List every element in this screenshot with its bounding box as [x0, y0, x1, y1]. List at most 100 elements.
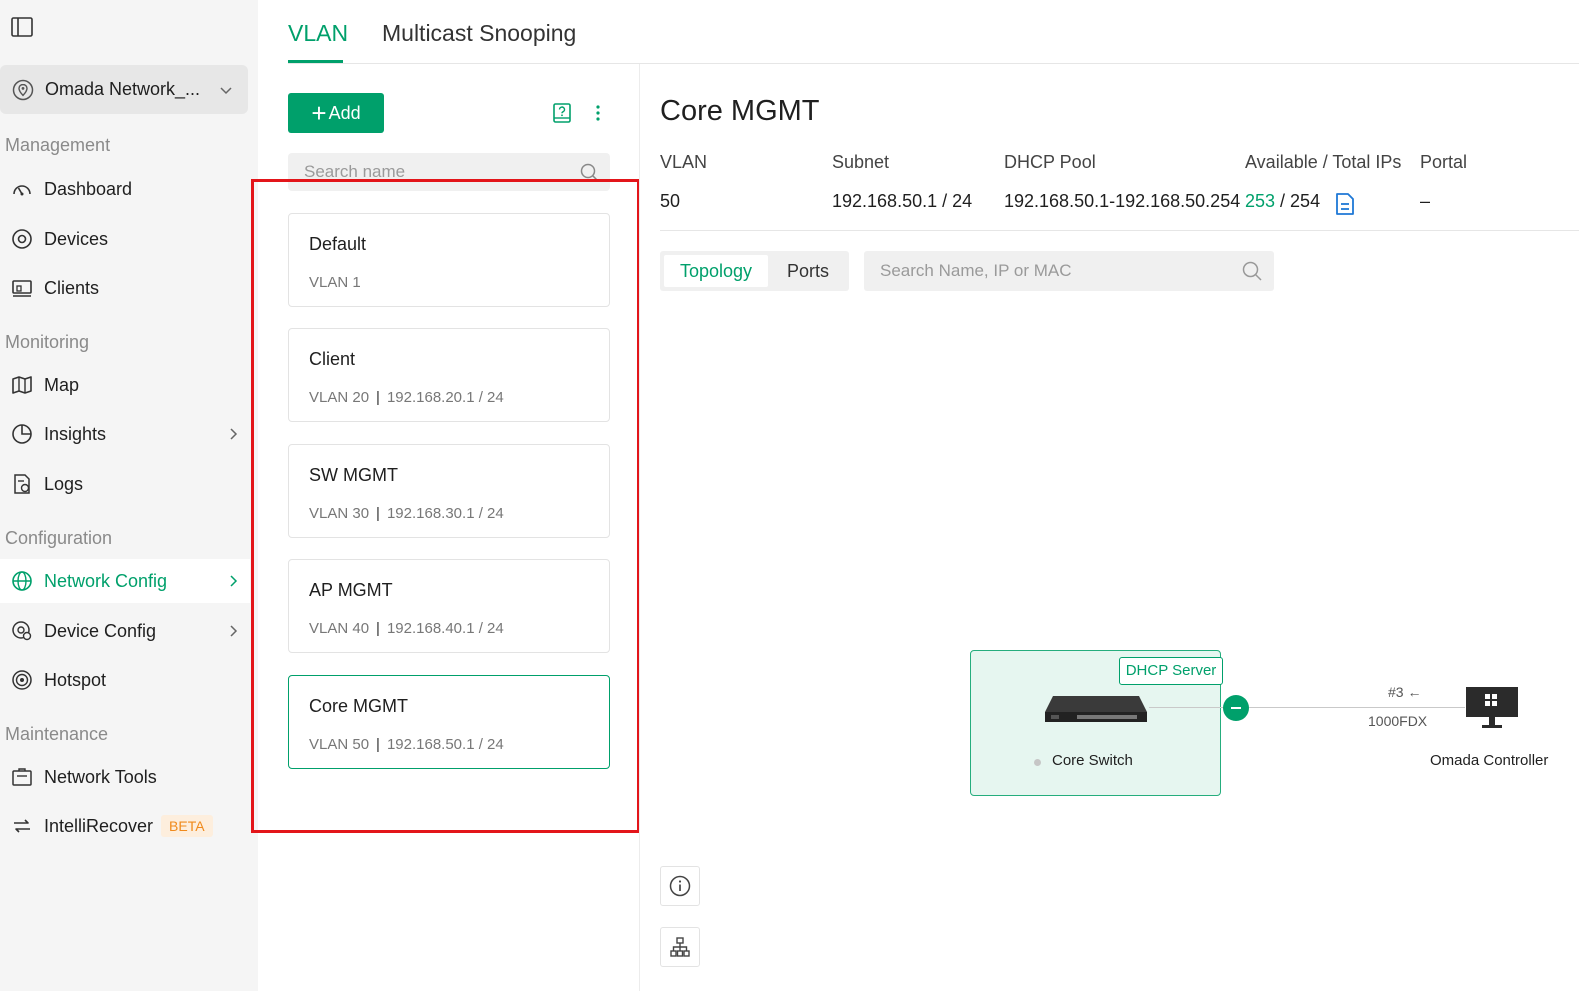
beta-badge: BETA	[161, 815, 213, 837]
collapse-icon[interactable]	[1223, 695, 1249, 721]
search-icon[interactable]	[580, 163, 598, 181]
nav-intellirecover[interactable]: IntelliRecover BETA	[0, 804, 250, 848]
vlan-subnet: 192.168.20.1 / 24	[386, 389, 504, 406]
chevron-right-icon	[230, 428, 238, 440]
value-vlan: 50	[660, 191, 681, 211]
vlan-subnet: 192.168.40.1 / 24	[386, 620, 504, 637]
vlan-meta: VLAN 30 | 192.168.30.1 / 24	[309, 505, 504, 522]
header-portal: Portal	[1420, 152, 1468, 172]
recover-icon	[10, 814, 34, 838]
detail-divider	[660, 230, 1579, 231]
search-icon[interactable]	[1242, 261, 1262, 281]
info-button[interactable]	[660, 866, 700, 906]
vlan-card-ap-mgmt[interactable]: AP MGMT VLAN 40 | 192.168.40.1 / 24	[288, 559, 610, 653]
section-management: Management	[5, 135, 111, 155]
vlan-meta: VLAN 20 | 192.168.20.1 / 24	[309, 389, 504, 406]
network-tools-icon	[10, 765, 34, 789]
logs-icon	[10, 472, 34, 496]
value-subnet: 192.168.50.1 / 24	[832, 191, 973, 211]
vlan-name: Core MGMT	[309, 696, 408, 716]
vlan-id: VLAN 1	[309, 274, 361, 291]
nav-label: Dashboard	[44, 178, 133, 199]
nav-network-config[interactable]: Network Config	[0, 559, 250, 603]
topology-search-input[interactable]	[864, 251, 1274, 291]
devices-icon	[10, 227, 34, 251]
location-pin-icon	[12, 79, 34, 100]
value-dhcp-pool: 192.168.50.1-192.168.50.254	[1004, 191, 1241, 211]
section-maintenance: Maintenance	[5, 724, 109, 744]
sidebar-toggle-icon[interactable]	[10, 16, 34, 38]
vlan-id: VLAN 30	[309, 505, 370, 522]
controller-device-icon[interactable]	[1465, 686, 1519, 730]
more-vertical-icon[interactable]	[590, 102, 606, 124]
nav-label: IntelliRecover	[44, 815, 154, 836]
vlan-detail-title: Core MGMT	[660, 95, 820, 127]
nav-insights[interactable]: Insights	[0, 412, 250, 456]
nav-label: Device Config	[44, 620, 157, 641]
tab-topology[interactable]: Topology	[664, 255, 768, 287]
hierarchy-icon	[670, 937, 690, 957]
core-switch-label: Core Switch	[1052, 752, 1133, 769]
port-label: #3 ←	[1388, 684, 1422, 700]
nav-network-tools[interactable]: Network Tools	[0, 755, 250, 799]
vlan-card-sw-mgmt[interactable]: SW MGMT VLAN 30 | 192.168.30.1 / 24	[288, 444, 610, 538]
header-vlan: VLAN	[660, 152, 708, 172]
vlan-card-default[interactable]: Default VLAN 1	[288, 213, 610, 307]
tab-vlan[interactable]: VLAN	[288, 20, 348, 47]
dashboard-icon	[10, 177, 34, 201]
controller-label: Omada Controller	[1430, 752, 1549, 769]
nav-label: Logs	[44, 473, 84, 494]
nav-label: Insights	[44, 423, 107, 444]
vlan-name: SW MGMT	[309, 465, 398, 485]
nav-dashboard[interactable]: Dashboard	[0, 167, 250, 211]
nav-label: Hotspot	[44, 669, 107, 690]
switch-device-icon	[1045, 696, 1147, 722]
chevron-right-icon	[230, 575, 238, 587]
section-configuration: Configuration	[5, 528, 113, 548]
nav-map[interactable]: Map	[0, 363, 250, 407]
tab-multicast-snooping[interactable]: Multicast Snooping	[382, 20, 576, 47]
vlan-subnet: 192.168.30.1 / 24	[386, 505, 504, 522]
speed-label: 1000FDX	[1368, 713, 1428, 729]
header-dhcp-pool: DHCP Pool	[1004, 152, 1096, 172]
available-count[interactable]: 253	[1245, 191, 1275, 211]
vlan-id: VLAN 20	[309, 389, 370, 406]
globe-icon	[10, 569, 34, 593]
tab-ports[interactable]: Ports	[772, 255, 844, 287]
vlan-card-core-mgmt[interactable]: Core MGMT VLAN 50 | 192.168.50.1 / 24	[288, 675, 610, 769]
ip-list-document-icon[interactable]	[1335, 192, 1355, 216]
separator: |	[376, 620, 380, 637]
vlan-meta: VLAN 50 | 192.168.50.1 / 24	[309, 736, 504, 753]
vlan-name: Client	[309, 349, 356, 369]
separator: |	[376, 389, 380, 406]
vlan-search-input[interactable]	[288, 153, 610, 191]
nav-label: Clients	[44, 277, 100, 298]
nav-clients[interactable]: Clients	[0, 266, 250, 310]
device-config-icon	[10, 619, 34, 643]
nav-device-config[interactable]: Device Config	[0, 609, 250, 653]
vlan-card-client[interactable]: Client VLAN 20 | 192.168.20.1 / 24	[288, 328, 610, 422]
map-icon	[10, 373, 34, 397]
topology-layout-button[interactable]	[660, 927, 700, 967]
insights-icon	[10, 422, 34, 446]
vlan-subnet: 192.168.50.1 / 24	[386, 736, 504, 753]
value-available-total: 253 / 254	[1245, 191, 1320, 212]
add-button[interactable]: + Add	[288, 93, 384, 133]
link-line	[1149, 707, 1465, 708]
vlan-meta: VLAN 40 | 192.168.40.1 / 24	[309, 620, 504, 637]
nav-hotspot[interactable]: Hotspot	[0, 658, 250, 702]
header-subnet: Subnet	[832, 152, 890, 172]
site-selector[interactable]: Omada Network_...	[0, 65, 248, 114]
dhcp-server-tag: DHCP Server	[1119, 657, 1223, 685]
nav-label: Devices	[44, 228, 109, 249]
header-available-total: Available / Total IPs	[1245, 152, 1402, 172]
vlan-search	[288, 153, 610, 191]
topology-search	[864, 251, 1274, 291]
panel-divider	[639, 64, 640, 991]
value-portal: –	[1420, 191, 1431, 211]
nav-logs[interactable]: Logs	[0, 462, 250, 506]
nav-devices[interactable]: Devices	[0, 217, 250, 261]
plus-icon: +	[311, 98, 327, 128]
help-guide-icon[interactable]	[552, 102, 572, 124]
top-tabs: VLAN Multicast Snooping	[288, 0, 1579, 64]
